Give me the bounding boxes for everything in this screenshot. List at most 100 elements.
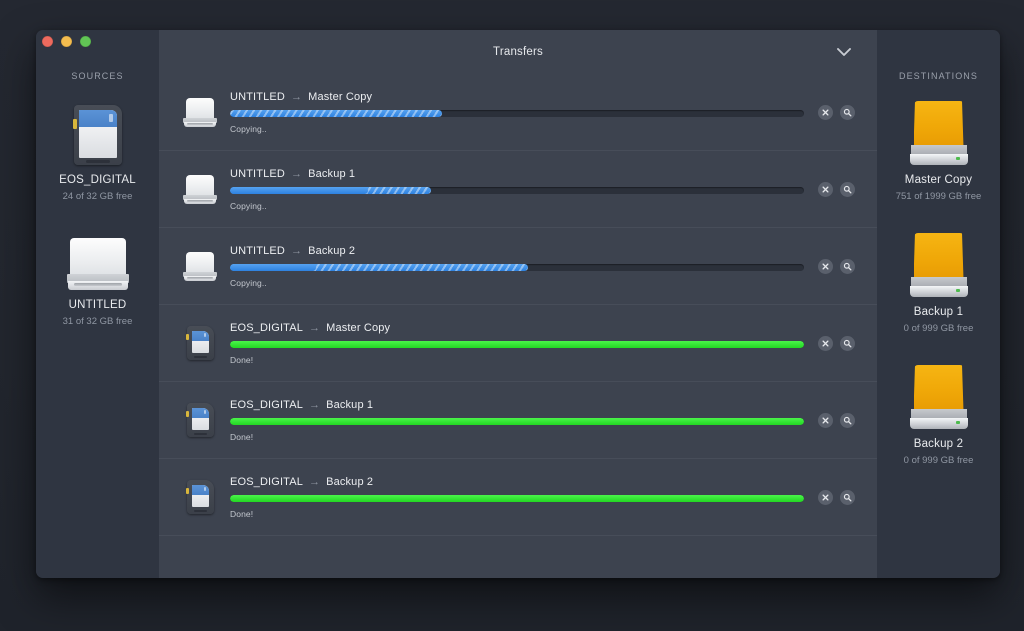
source-device-name: EOS_DIGITAL <box>59 174 136 186</box>
source-device-eos-digital[interactable]: EOS_DIGITAL 24 of 32 GB free <box>36 103 159 202</box>
arrow-right-icon: → <box>290 90 303 103</box>
transfer-destination: Master Copy <box>308 90 373 103</box>
transfer-status: Copying.. <box>230 200 267 211</box>
transfer-details: UNTITLED → Backup 1 Copying.. <box>221 168 804 211</box>
transfer-destination: Master Copy <box>326 321 391 334</box>
external-drive-icon <box>877 361 1000 429</box>
transfer-destination: Backup 2 <box>308 244 356 257</box>
app-window: SOURCES EOS_DIGITAL 24 of 32 GB free UNT… <box>36 30 1000 578</box>
hard-drive-icon <box>179 174 221 204</box>
progress-fill <box>230 417 804 425</box>
cancel-transfer-button[interactable] <box>818 104 833 120</box>
sd-card-icon <box>179 403 221 437</box>
transfer-row[interactable]: EOS_DIGITAL → Master Copy Done! <box>159 305 877 382</box>
arrow-right-icon: → <box>290 167 303 180</box>
destinations-device-list: Master Copy 751 of 1999 GB free Backup 1 0 … <box>877 97 1000 466</box>
destination-device[interactable]: Backup 2 0 of 999 GB free <box>877 361 1000 466</box>
zoom-button[interactable] <box>80 36 91 47</box>
transfer-actions <box>804 412 855 428</box>
transfers-list: UNTITLED → Master Copy Copying.. UNTITLED → Ba… <box>159 74 877 578</box>
progress-bar <box>230 186 804 194</box>
cancel-transfer-button[interactable] <box>818 181 833 197</box>
transfer-status: Done! <box>230 354 254 365</box>
reveal-in-finder-button[interactable] <box>840 412 855 428</box>
progress-bar <box>230 263 804 271</box>
destination-device-name: Backup 1 <box>913 306 964 318</box>
transfer-title: EOS_DIGITAL → Backup 2 <box>230 476 804 488</box>
progress-fill <box>230 340 804 348</box>
transfer-source: UNTITLED <box>230 167 285 180</box>
transfer-title: UNTITLED → Backup 2 <box>230 245 804 257</box>
transfer-row[interactable]: EOS_DIGITAL → Backup 2 Done! <box>159 459 877 536</box>
transfers-header: Transfers <box>159 30 877 74</box>
destination-device-free: 0 of 999 GB free <box>903 455 974 466</box>
progress-bar <box>230 417 804 425</box>
minimize-button[interactable] <box>61 36 72 47</box>
transfer-title: UNTITLED → Backup 1 <box>230 168 804 180</box>
transfer-status: Copying.. <box>230 123 267 134</box>
cancel-transfer-button[interactable] <box>818 489 833 505</box>
transfer-source: UNTITLED <box>230 244 285 257</box>
window-traffic-lights <box>42 36 91 47</box>
source-device-free: 31 of 32 GB free <box>62 316 133 327</box>
transfer-actions <box>804 258 855 274</box>
hard-drive-icon <box>179 251 221 281</box>
transfer-destination: Backup 1 <box>326 398 374 411</box>
arrow-right-icon: → <box>308 398 321 411</box>
destinations-panel: DESTINATIONS Master Copy 751 of 1999 GB f… <box>877 30 1000 578</box>
transfer-row[interactable]: UNTITLED → Backup 2 Copying.. <box>159 228 877 305</box>
page-title: Transfers <box>493 46 543 58</box>
transfer-row[interactable]: EOS_DIGITAL → Backup 1 Done! <box>159 382 877 459</box>
progress-bar <box>230 109 804 117</box>
transfer-details: EOS_DIGITAL → Backup 1 Done! <box>221 399 804 442</box>
progress-fill <box>230 494 804 502</box>
destinations-heading: DESTINATIONS <box>898 71 979 81</box>
cancel-transfer-button[interactable] <box>818 258 833 274</box>
reveal-in-finder-button[interactable] <box>840 489 855 505</box>
transfer-actions <box>804 104 855 120</box>
hard-drive-icon <box>36 228 159 290</box>
source-device-name: UNTITLED <box>68 299 127 311</box>
progress-fill-buffer <box>230 109 443 117</box>
external-drive-icon <box>877 97 1000 165</box>
transfer-source: EOS_DIGITAL <box>230 398 303 411</box>
transfer-details: EOS_DIGITAL → Backup 2 Done! <box>221 476 804 519</box>
cancel-transfer-button[interactable] <box>818 335 833 351</box>
reveal-in-finder-button[interactable] <box>840 181 855 197</box>
sd-card-icon <box>179 480 221 514</box>
reveal-in-finder-button[interactable] <box>840 104 855 120</box>
external-drive-icon <box>877 229 1000 297</box>
reveal-in-finder-button[interactable] <box>840 335 855 351</box>
cancel-transfer-button[interactable] <box>818 412 833 428</box>
progress-fill <box>230 186 368 194</box>
close-button[interactable] <box>42 36 53 47</box>
reveal-in-finder-button[interactable] <box>840 258 855 274</box>
arrow-right-icon: → <box>290 244 303 257</box>
destination-device[interactable]: Backup 1 0 of 999 GB free <box>877 229 1000 334</box>
hard-drive-icon <box>179 97 221 127</box>
transfer-source: EOS_DIGITAL <box>230 475 303 488</box>
transfer-details: UNTITLED → Backup 2 Copying.. <box>221 245 804 288</box>
progress-bar <box>230 340 804 348</box>
transfer-actions <box>804 489 855 505</box>
destination-device[interactable]: Master Copy 751 of 1999 GB free <box>877 97 1000 202</box>
chevron-down-icon[interactable] <box>833 41 855 63</box>
transfer-source: EOS_DIGITAL <box>230 321 303 334</box>
sources-device-list: EOS_DIGITAL 24 of 32 GB free UNTITLED 31… <box>36 103 159 327</box>
arrow-right-icon: → <box>308 321 321 334</box>
progress-fill <box>230 263 317 271</box>
arrow-right-icon: → <box>308 475 321 488</box>
transfer-title: UNTITLED → Master Copy <box>230 91 804 103</box>
destination-device-name: Backup 2 <box>913 438 964 450</box>
transfer-title: EOS_DIGITAL → Master Copy <box>230 322 804 334</box>
transfer-row[interactable]: UNTITLED → Backup 1 Copying.. <box>159 151 877 228</box>
destination-device-free: 751 of 1999 GB free <box>895 191 982 202</box>
transfer-destination: Backup 2 <box>326 475 374 488</box>
transfer-title: EOS_DIGITAL → Backup 1 <box>230 399 804 411</box>
transfer-row[interactable]: UNTITLED → Master Copy Copying.. <box>159 74 877 151</box>
transfer-status: Copying.. <box>230 277 267 288</box>
source-device-free: 24 of 32 GB free <box>62 191 133 202</box>
source-device-untitled[interactable]: UNTITLED 31 of 32 GB free <box>36 228 159 327</box>
transfer-actions <box>804 335 855 351</box>
transfer-destination: Backup 1 <box>308 167 356 180</box>
